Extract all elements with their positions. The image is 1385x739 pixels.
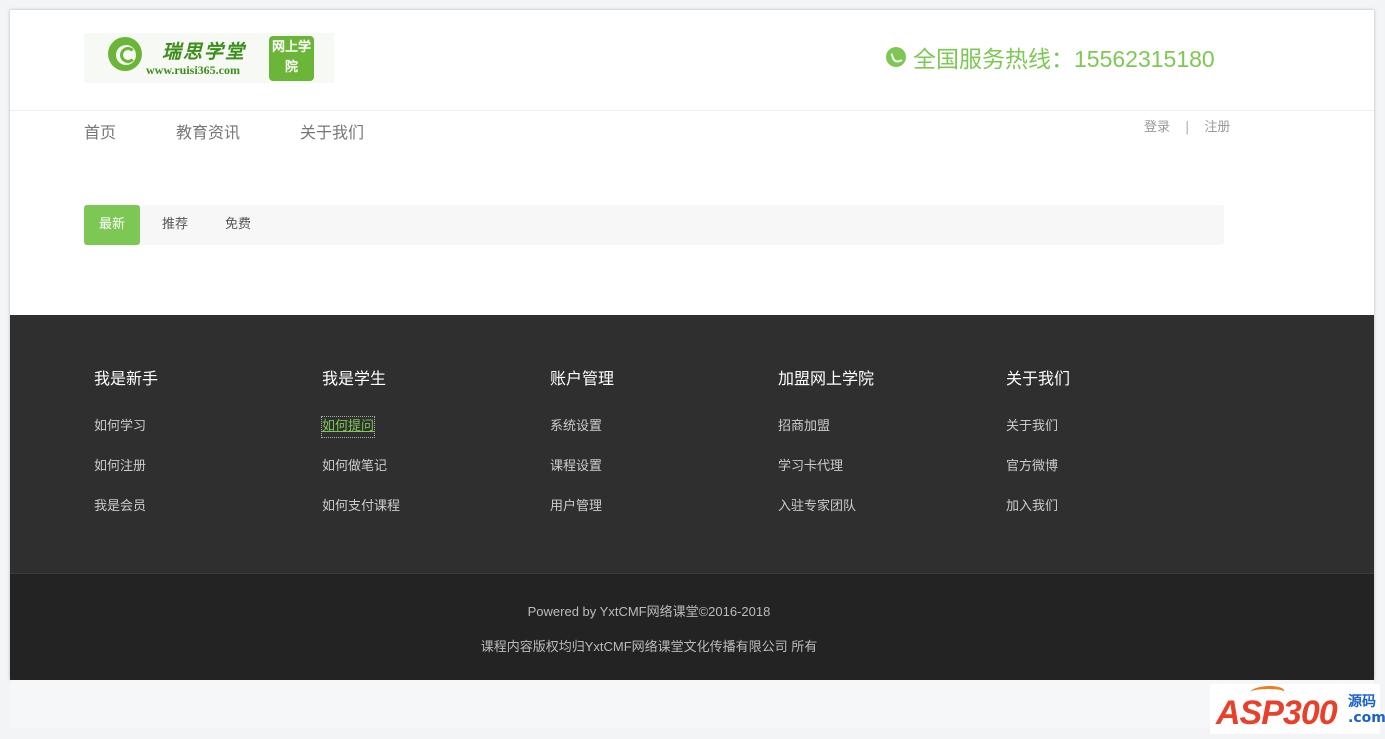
logo-title: 瑞思学堂 [162, 41, 247, 63]
powered-by-text: Powered by YxtCMF网络课堂©2016-2018 [527, 604, 771, 619]
copyright-text: 课程内容版权均归YxtCMF网络课堂文化传播有限公司 所有 [480, 639, 818, 654]
footer-link[interactable]: 学习卡代理 [778, 457, 978, 477]
service-hotline: 全国服务热线：15562315180 [886, 42, 1215, 72]
tab-latest[interactable]: 最新 [84, 205, 141, 245]
watermark-logo: ASP300 源码 .com [1210, 684, 1385, 734]
footer-link[interactable]: 如何做笔记 [322, 457, 522, 477]
footer-column-title: 关于我们 [1006, 369, 1071, 388]
footer-link[interactable]: 入驻专家团队 [778, 497, 978, 517]
hotline-text: 全国服务热线：15562315180 [913, 46, 1215, 72]
footer-link[interactable]: 关于我们 [1006, 417, 1206, 437]
logo-emblem-icon [108, 37, 142, 71]
footer-link[interactable]: 招商加盟 [778, 417, 978, 437]
footer-column-title: 账户管理 [550, 369, 615, 388]
footer-column-title: 我是新手 [94, 369, 159, 388]
watermark-side-top: 源码 [1348, 694, 1376, 710]
nav-item-home[interactable]: 首页 [84, 123, 116, 143]
course-filter-tabs: 最新 推荐 免费 [84, 205, 1224, 245]
site-logo[interactable]: 瑞思学堂 www.ruisi365.com 网上学院 [84, 33, 334, 83]
nav-item-education-news[interactable]: 教育资讯 [176, 123, 240, 143]
page-bottom-area [10, 680, 1374, 728]
register-link[interactable]: 注册 [1204, 119, 1230, 137]
page-frame: 瑞思学堂 www.ruisi365.com 网上学院 全国服务热线：155623… [10, 10, 1374, 680]
main-nav: 首页 教育资讯 关于我们 [84, 123, 424, 143]
nav-item-about-us[interactable]: 关于我们 [300, 123, 364, 143]
tab-free[interactable]: 免费 [210, 205, 266, 245]
footer-link[interactable]: 用户管理 [550, 497, 750, 517]
auth-separator: | [1185, 120, 1190, 135]
footer-column-title: 加盟网上学院 [778, 369, 875, 388]
logo-badge: 网上学院 [269, 36, 314, 81]
footer-link[interactable]: 加入我们 [1006, 497, 1206, 517]
phone-icon [886, 47, 906, 67]
footer-column-account: 账户管理 系统设置 课程设置 用户管理 [550, 367, 750, 537]
footer-column-join: 加盟网上学院 招商加盟 学习卡代理 入驻专家团队 [778, 367, 978, 537]
footer-link[interactable]: 系统设置 [550, 417, 750, 437]
footer-link[interactable]: 如何学习 [94, 417, 294, 437]
site-header: 瑞思学堂 www.ruisi365.com 网上学院 全国服务热线：155623… [10, 10, 1374, 111]
footer-link[interactable]: 官方微博 [1006, 457, 1206, 477]
footer-link-highlighted[interactable]: 如何提问 [320, 416, 376, 438]
footer-column-about: 关于我们 关于我们 官方微博 加入我们 [1006, 367, 1206, 537]
footer-link[interactable]: 我是会员 [94, 497, 294, 517]
login-link[interactable]: 登录 [1144, 119, 1170, 137]
footer-link[interactable]: 课程设置 [550, 457, 750, 477]
logo-url: www.ruisi365.com [146, 63, 240, 77]
footer-link[interactable]: 如何注册 [94, 457, 294, 477]
tab-recommended[interactable]: 推荐 [147, 205, 203, 245]
watermark-brand: ASP300 [1216, 694, 1338, 732]
auth-links: 登录 | 注册 [1144, 119, 1230, 137]
copyright-bar: Powered by YxtCMF网络课堂©2016-2018 课程内容版权均归… [10, 573, 1374, 680]
footer-column-student: 我是学生 如何提问 如何做笔记 如何支付课程 [320, 367, 522, 537]
footer-column-title: 我是学生 [322, 369, 387, 388]
footer-link[interactable]: 如何支付课程 [322, 497, 522, 517]
footer-column-newbie: 我是新手 如何学习 如何注册 我是会员 [94, 367, 294, 537]
site-footer: 我是新手 如何学习 如何注册 我是会员 我是学生 如何提问 如何做笔记 如何支付… [10, 315, 1374, 573]
watermark-side-bottom: .com [1348, 710, 1385, 726]
